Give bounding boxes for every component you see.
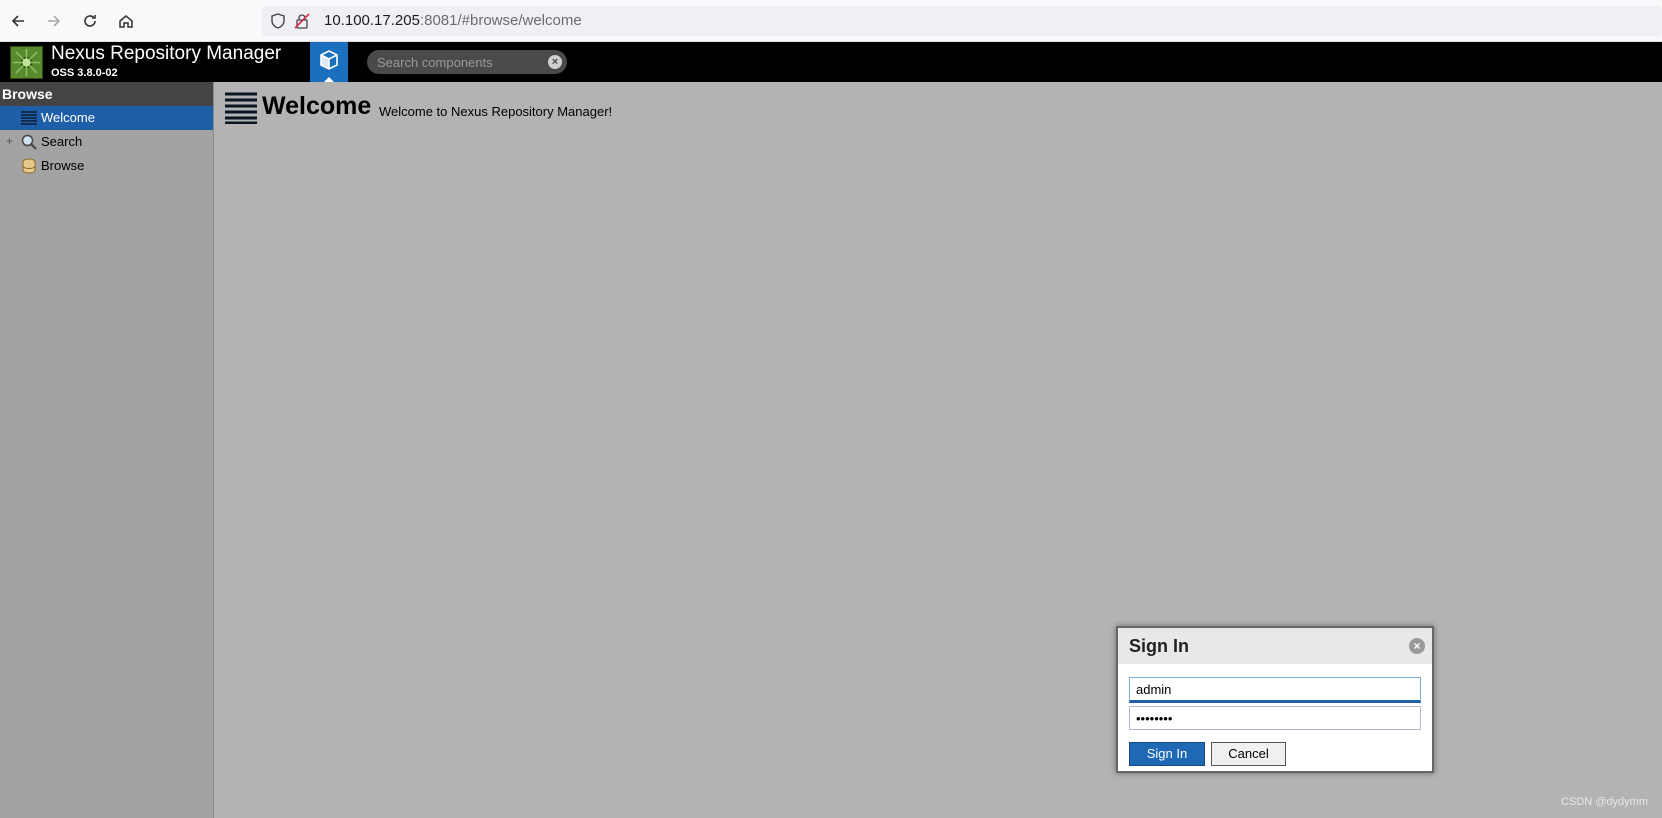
url-text: 10.100.17.205:8081/#browse/welcome: [324, 12, 582, 29]
browser-toolbar: 10.100.17.205:8081/#browse/welcome: [0, 0, 1662, 42]
insecure-lock-icon[interactable]: [294, 13, 310, 34]
cube-icon: [318, 49, 340, 76]
sidebar: Browse Welcome + Search Browse: [0, 82, 214, 818]
password-field[interactable]: [1129, 706, 1421, 730]
forward-arrow-icon[interactable]: [42, 9, 66, 33]
welcome-lines-icon: [21, 110, 37, 126]
page-subtitle: Welcome to Nexus Repository Manager!: [379, 104, 613, 119]
magnifier-icon: [21, 134, 37, 150]
watermark: CSDN @dydymm: [1561, 796, 1648, 808]
sidebar-item-label: Welcome: [41, 110, 95, 125]
shield-icon[interactable]: [270, 13, 286, 34]
page-title: Welcome: [262, 92, 372, 120]
cancel-button[interactable]: Cancel: [1211, 742, 1286, 766]
back-arrow-icon[interactable]: [6, 9, 30, 33]
dialog-title: Sign In: [1129, 636, 1189, 656]
sign-in-dialog: Sign In × Sign In Cancel: [1116, 626, 1434, 773]
search-components-input[interactable]: [377, 50, 537, 74]
sidebar-item-label: Browse: [41, 158, 85, 173]
address-bar[interactable]: 10.100.17.205:8081/#browse/welcome: [262, 6, 1662, 36]
sign-in-button[interactable]: Sign In: [1129, 742, 1205, 766]
sidebar-item-browse[interactable]: Browse: [0, 154, 213, 178]
username-field[interactable]: [1129, 677, 1421, 703]
app-header: Nexus Repository Manager OSS 3.8.0-02 ×: [0, 42, 1662, 82]
reload-icon[interactable]: [78, 9, 102, 33]
sidebar-item-search[interactable]: + Search: [0, 130, 213, 154]
sidebar-header: Browse: [0, 82, 213, 106]
home-icon[interactable]: [114, 9, 138, 33]
sidebar-item-label: Search: [41, 134, 83, 149]
clear-search-icon[interactable]: ×: [548, 55, 562, 69]
database-icon: [21, 158, 37, 174]
close-icon[interactable]: ×: [1409, 638, 1425, 654]
expand-plus-icon[interactable]: +: [6, 134, 13, 148]
app-title: Nexus Repository Manager: [51, 43, 282, 64]
browse-mode-button[interactable]: [310, 42, 348, 82]
welcome-lines-icon: [225, 92, 257, 125]
app-version: OSS 3.8.0-02: [51, 67, 118, 79]
sidebar-item-welcome[interactable]: Welcome: [0, 106, 213, 130]
dialog-header: Sign In ×: [1118, 628, 1432, 664]
nexus-logo-icon: [10, 46, 43, 79]
search-components-box: ×: [367, 50, 567, 74]
